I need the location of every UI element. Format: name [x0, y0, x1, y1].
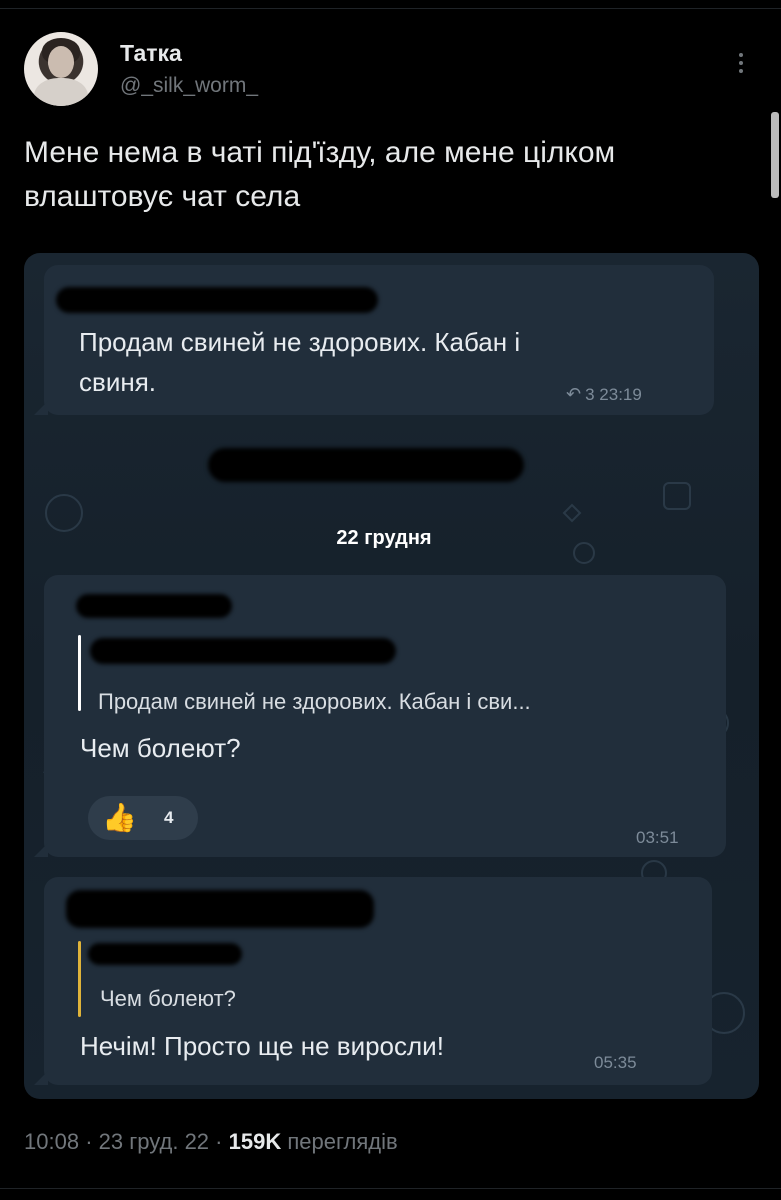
- redacted-quoted-sender: [88, 943, 242, 965]
- message-time: 23:19: [599, 385, 642, 404]
- meta-separator: ·: [85, 1129, 93, 1154]
- bottom-divider: [0, 1188, 781, 1189]
- message-text: Нечім! Просто ще не виросли!: [80, 1031, 444, 1061]
- redacted-sender-name: [56, 287, 378, 313]
- tweet-text: Мене нема в чаті під'їзду, але мене цілк…: [24, 136, 616, 213]
- more-options-icon[interactable]: [733, 50, 749, 80]
- date-separator: 22 грудня: [336, 527, 432, 549]
- reaction-badge[interactable]: 👍 4: [88, 796, 198, 840]
- redacted-sender-name: [76, 594, 232, 618]
- reply-count: 3: [585, 385, 595, 404]
- message-meta: ↶ 3 23:19: [566, 384, 642, 405]
- views-label: переглядів: [287, 1129, 398, 1154]
- message-time: 03:51: [636, 828, 679, 847]
- tweet-media-image[interactable]: Продам свиней не здорових. Кабан і свиня…: [24, 253, 759, 1099]
- quoted-text: Продам свиней не здорових. Кабан і сви..…: [98, 689, 531, 714]
- reaction-count: 4: [164, 808, 174, 827]
- quoted-text: Чем болеют?: [100, 986, 236, 1011]
- redacted-service-message: [208, 448, 524, 482]
- message-text-line: Продам свиней не здорових. Кабан і: [79, 327, 521, 357]
- tweet-time[interactable]: 10:08: [24, 1129, 79, 1154]
- views-count: 159K: [228, 1129, 282, 1154]
- scrollbar-thumb[interactable]: [771, 112, 779, 198]
- tweet-date[interactable]: 23 груд. 22: [99, 1129, 209, 1154]
- avatar[interactable]: [24, 32, 98, 106]
- reply-arrow-icon: ↶: [566, 384, 582, 404]
- quote-bar: [78, 941, 81, 1017]
- author-name[interactable]: Татка: [120, 40, 182, 67]
- message-text: Чем болеют?: [80, 733, 241, 763]
- thumbs-up-icon: 👍: [102, 802, 137, 833]
- message-time: 05:35: [594, 1053, 637, 1072]
- redacted-sender-name: [66, 890, 374, 928]
- meta-separator: ·: [215, 1129, 223, 1154]
- author-handle[interactable]: @_silk_worm_: [120, 74, 258, 98]
- tweet-meta: 10:08 · 23 груд. 22 · 159K переглядів: [24, 1129, 398, 1155]
- message-text-line: свиня.: [79, 367, 156, 397]
- top-divider: [0, 8, 781, 9]
- quote-bar: [78, 635, 81, 711]
- redacted-quoted-sender: [90, 638, 396, 664]
